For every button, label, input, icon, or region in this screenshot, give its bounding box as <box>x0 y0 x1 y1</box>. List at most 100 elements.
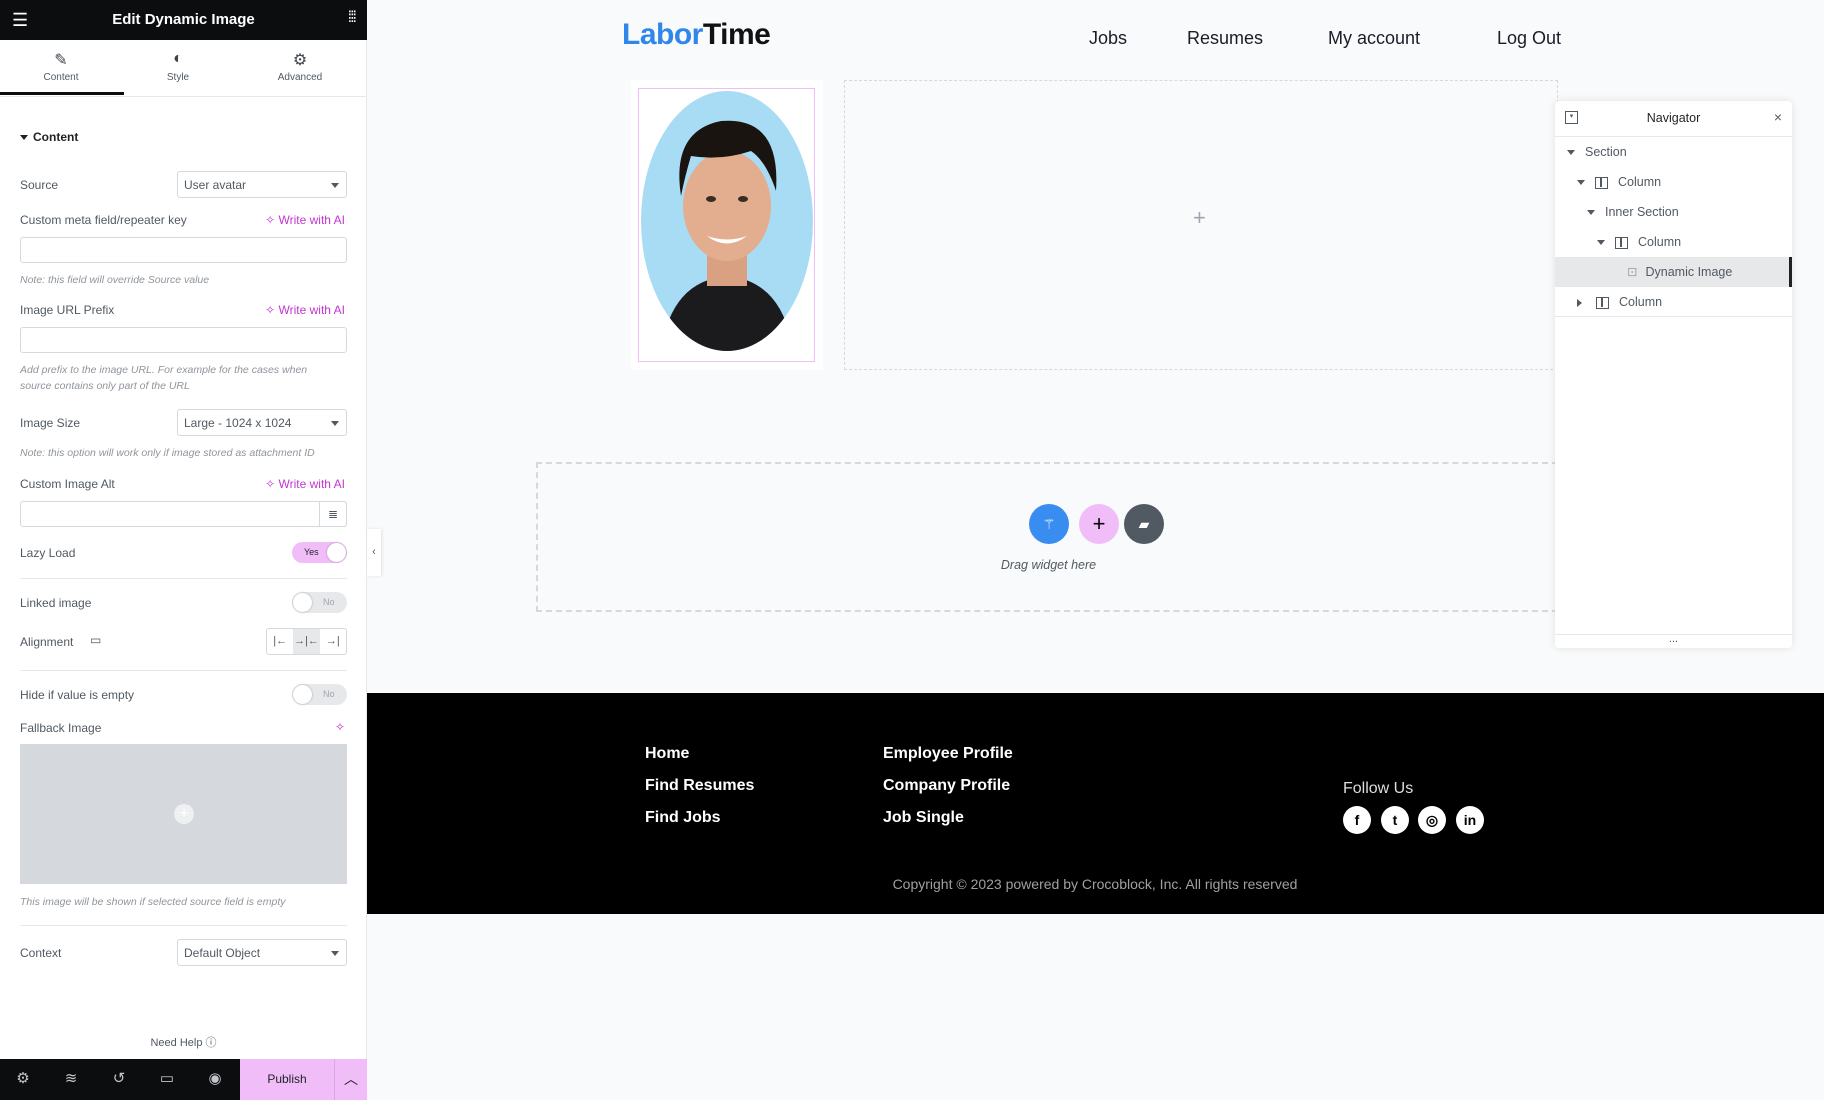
caret-down-icon <box>1567 150 1575 159</box>
align-center-button[interactable]: →|← <box>293 629 320 654</box>
linked-image-label: Linked image <box>20 596 92 610</box>
drag-widget-hint: Drag widget here <box>1000 558 1097 572</box>
caret-down-icon <box>1577 180 1585 189</box>
close-icon[interactable]: × <box>1774 109 1782 125</box>
nav-resumes[interactable]: Resumes <box>1187 28 1263 49</box>
image-size-select[interactable]: Large - 1024 x 1024 <box>177 409 347 436</box>
ai-icon[interactable]: ✧ <box>335 720 345 734</box>
preview-eye-icon[interactable]: ◉ <box>203 1069 227 1091</box>
fallback-note: This image will be shown if selected sou… <box>20 896 286 908</box>
hide-empty-toggle[interactable]: No <box>292 684 347 705</box>
lazy-load-label: Lazy Load <box>20 546 76 560</box>
footer-link-home[interactable]: Home <box>645 745 689 763</box>
editor-panel: ☰ Edit Dynamic Image ⁞⁞⁞ ✎ Content ◐ Style… <box>0 0 367 1100</box>
caret-down-icon <box>1597 240 1605 249</box>
divider <box>20 670 347 671</box>
bottom-bar: ⚙ ≋ ↺ ▭ ◉ Publish ︿ <box>0 1059 367 1100</box>
add-element-plus-icon[interactable]: + <box>1193 205 1206 231</box>
nav-item-inner-section[interactable]: Inner Section <box>1555 197 1792 227</box>
caret-down-icon <box>20 135 28 144</box>
twitter-icon[interactable]: t <box>1381 806 1409 834</box>
image-size-label: Image Size <box>20 416 81 430</box>
custom-meta-note: Note: this field will override Source va… <box>20 274 210 286</box>
source-select[interactable]: User avatar <box>177 171 347 198</box>
source-label: Source <box>20 178 59 192</box>
nav-item-column-2[interactable]: Column <box>1555 287 1792 317</box>
write-with-ai-button[interactable]: ✧ Write with AI <box>265 213 345 227</box>
linked-image-toggle[interactable]: No <box>292 592 347 613</box>
tab-advanced[interactable]: ⚙ Advanced <box>239 40 361 96</box>
align-right-button[interactable]: →| <box>320 629 346 654</box>
history-icon[interactable]: ↺ <box>107 1069 131 1091</box>
site-logo[interactable]: LaborTime <box>622 18 771 52</box>
site-footer: Home Find Resumes Find Jobs Employee Pro… <box>367 693 1824 914</box>
nav-item-column[interactable]: Column <box>1555 167 1792 197</box>
column-icon <box>1596 296 1609 309</box>
collapse-panel-handle[interactable]: ‹ <box>367 529 381 576</box>
alignment-control: |← →|← →| <box>266 628 347 655</box>
add-section-button[interactable]: + <box>1079 504 1119 544</box>
write-with-ai-button[interactable]: ✧ Write with AI <box>265 303 345 317</box>
grid-icon[interactable]: ⁞⁞⁞ <box>348 9 357 27</box>
column-icon <box>1615 236 1628 249</box>
empty-column[interactable]: + <box>844 80 1558 370</box>
footer-link-employee-profile[interactable]: Employee Profile <box>883 745 1013 763</box>
need-help-link[interactable]: Need Help ⓘ <box>0 1034 367 1050</box>
write-with-ai-button[interactable]: ✧ Write with AI <box>265 477 345 491</box>
tab-content[interactable]: ✎ Content <box>0 40 122 96</box>
url-prefix-label: Image URL Prefix <box>20 303 115 317</box>
footer-link-find-jobs[interactable]: Find Jobs <box>645 809 721 827</box>
section-toggle-content[interactable]: Content <box>20 130 78 144</box>
url-prefix-input[interactable] <box>20 327 347 353</box>
dynamic-image-widget[interactable] <box>638 88 815 362</box>
nav-item-inner-column[interactable]: Column <box>1555 227 1792 257</box>
alignment-label: Alignment <box>20 635 74 649</box>
panel-title: Edit Dynamic Image <box>112 11 255 28</box>
settings-icon[interactable]: ⚙ <box>11 1069 35 1091</box>
gear-icon: ⚙ <box>292 52 308 69</box>
layers-icon[interactable]: ≋ <box>59 1069 83 1091</box>
dynamic-tags-icon[interactable]: ≣ <box>319 501 347 527</box>
image-alt-label: Custom Image Alt <box>20 477 115 491</box>
footer-link-job-single[interactable]: Job Single <box>883 809 964 827</box>
pencil-icon: ✎ <box>54 52 68 69</box>
contrast-icon: ◐ <box>173 50 183 67</box>
nav-my-account[interactable]: My account <box>1328 28 1420 49</box>
hide-empty-label: Hide if value is empty <box>20 688 135 702</box>
align-left-button[interactable]: |← <box>267 629 293 654</box>
chevron-up-icon[interactable]: ︿ <box>334 1059 367 1100</box>
add-section-dropzone: ⚚ + ▰ Drag widget here <box>536 462 1558 612</box>
template-library-folder-button[interactable]: ▰ <box>1124 504 1164 544</box>
image-alt-input[interactable] <box>20 501 347 527</box>
custom-meta-input[interactable] <box>20 237 347 263</box>
footer-link-company-profile[interactable]: Company Profile <box>883 777 1010 795</box>
magic-wand-button[interactable]: ⚚ <box>1029 504 1069 544</box>
user-avatar-image <box>641 91 813 351</box>
divider <box>20 925 347 926</box>
instagram-icon[interactable]: ◎ <box>1418 806 1446 834</box>
image-column[interactable] <box>631 80 823 370</box>
tab-style[interactable]: ◐ Style <box>117 40 239 96</box>
footer-link-find-resumes[interactable]: Find Resumes <box>645 777 754 795</box>
nav-jobs[interactable]: Jobs <box>1089 28 1127 49</box>
responsive-icon[interactable]: ▭ <box>155 1069 179 1091</box>
fallback-image-picker[interactable]: + <box>20 744 347 884</box>
caret-down-icon <box>1587 210 1595 219</box>
custom-meta-label: Custom meta field/repeater key <box>20 213 187 227</box>
publish-button[interactable]: Publish <box>240 1059 334 1100</box>
nav-log-out[interactable]: Log Out <box>1497 28 1561 49</box>
desktop-icon[interactable]: ▭ <box>90 633 101 647</box>
divider <box>0 96 367 97</box>
lazy-load-toggle[interactable]: Yes <box>292 542 347 563</box>
url-prefix-note: Add prefix to the image URL. For example… <box>20 364 308 392</box>
image-icon: ⊡ <box>1627 265 1638 279</box>
help-icon: ⓘ <box>205 1037 217 1049</box>
linkedin-icon[interactable]: in <box>1456 806 1484 834</box>
context-label: Context <box>20 946 62 960</box>
image-size-note: Note: this option will work only if imag… <box>20 447 315 459</box>
facebook-icon[interactable]: f <box>1343 806 1371 834</box>
context-select[interactable]: Default Object <box>177 939 347 966</box>
nav-item-section[interactable]: Section <box>1555 137 1792 167</box>
nav-item-dynamic-image[interactable]: ⊡ Dynamic Image <box>1555 257 1792 287</box>
resize-handle[interactable]: ... <box>1555 633 1792 645</box>
